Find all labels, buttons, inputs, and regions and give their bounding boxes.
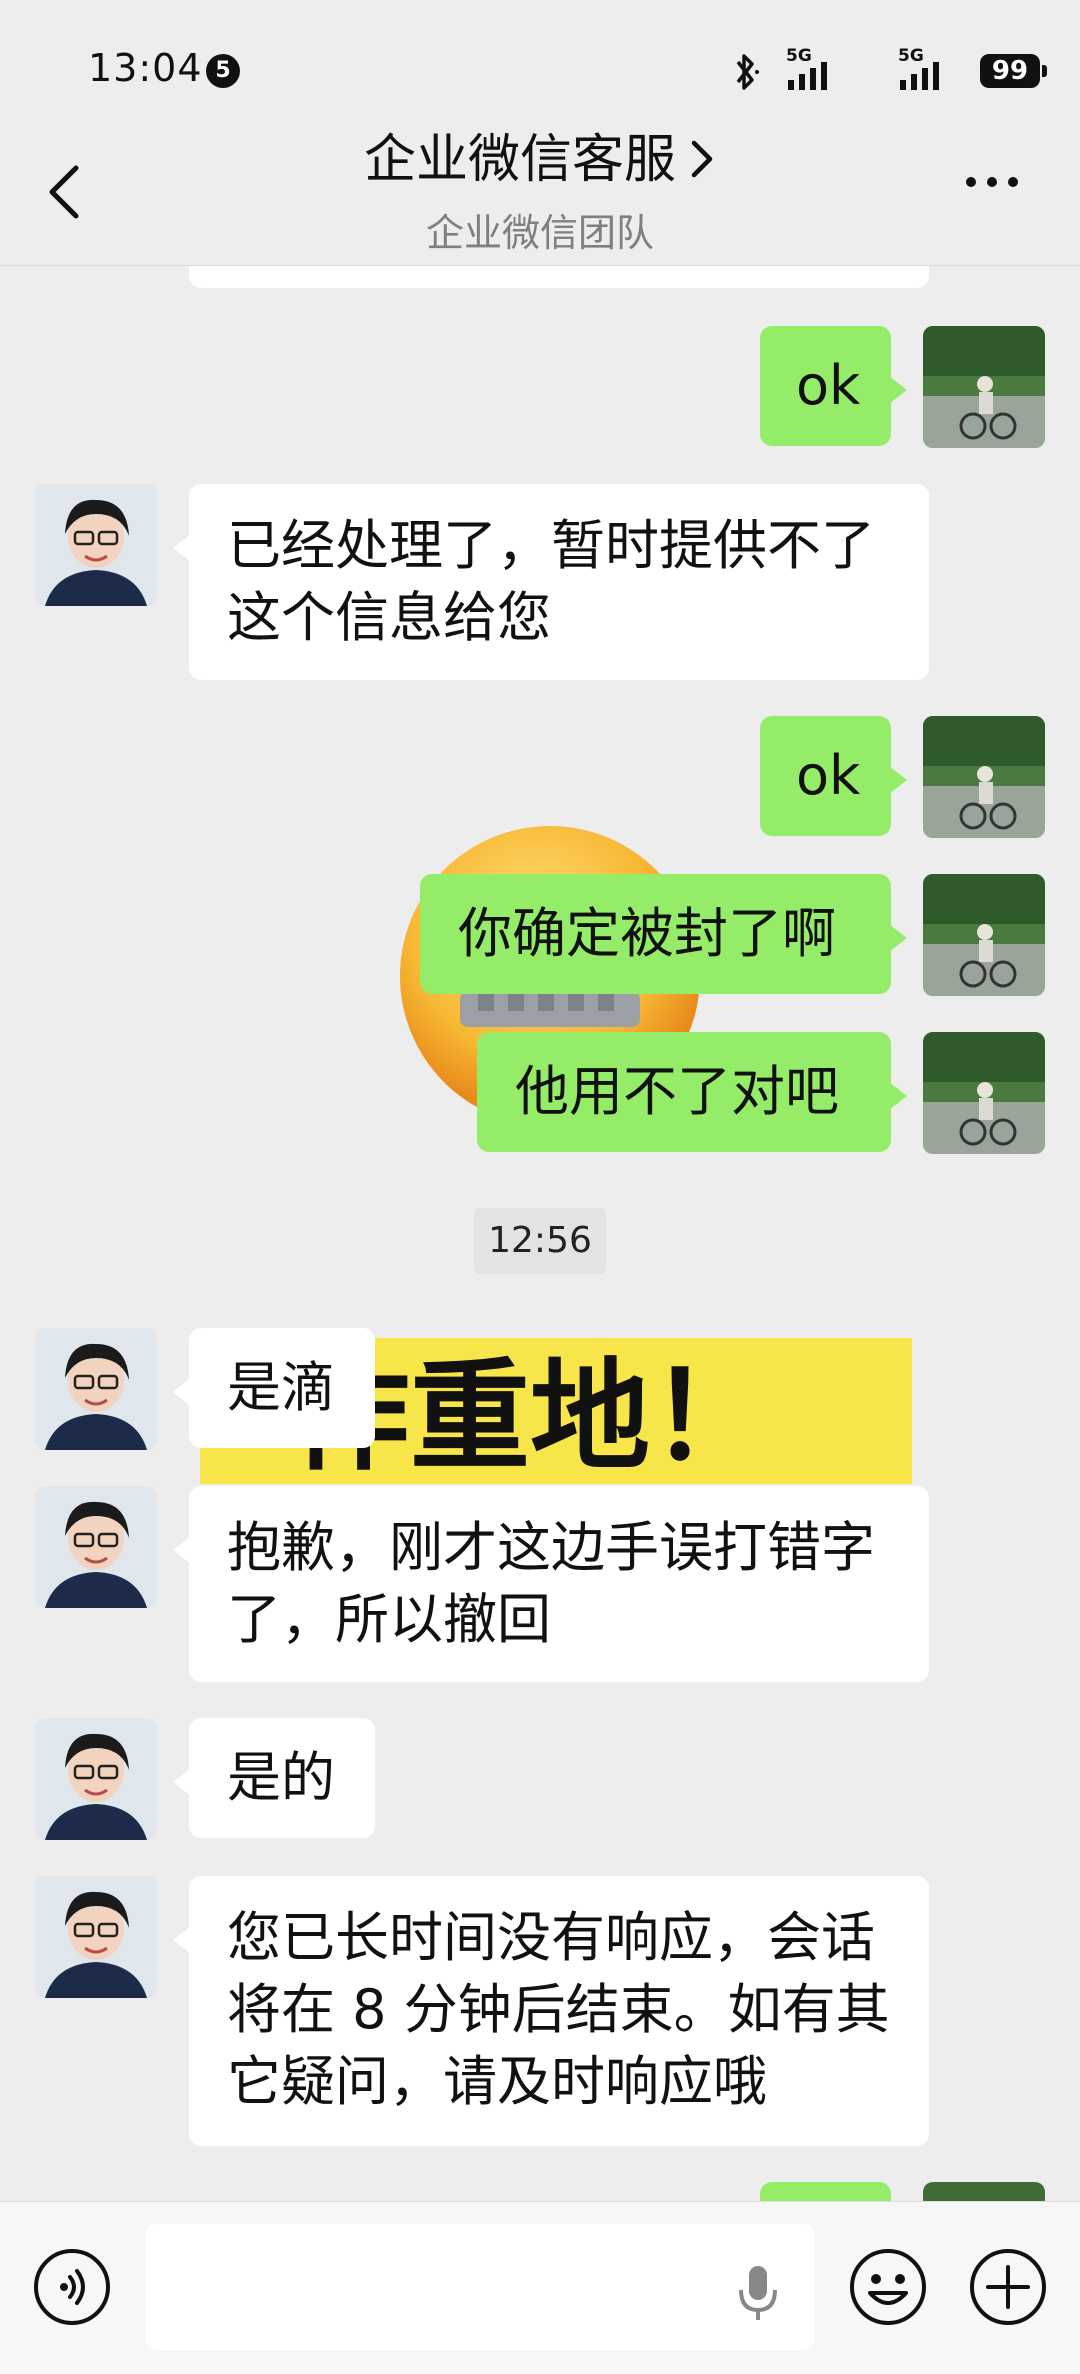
my-avatar[interactable]: [923, 326, 1045, 448]
message-bubble-sent[interactable]: 他用不了对吧: [477, 1032, 907, 1152]
agent-avatar[interactable]: [35, 484, 157, 606]
message-text: 你确定被封了啊: [458, 902, 836, 965]
message-text: ok: [796, 354, 861, 417]
message-text-input[interactable]: [145, 2224, 815, 2350]
message-text: 是滴: [227, 1356, 335, 1419]
signal-icon-1: [788, 62, 827, 90]
message-list[interactable]: ok 已经处理了，暂时提供不了 这个信息给您 ok 你确定被封了啊 他用不了对吧…: [0, 266, 1080, 2201]
notification-count-badge: 5: [206, 54, 240, 88]
my-avatar[interactable]: [923, 716, 1045, 838]
agent-avatar[interactable]: [35, 1876, 157, 1998]
my-avatar[interactable]: [923, 874, 1045, 996]
message-bubble-received[interactable]: 是的: [173, 1718, 375, 1838]
chat-subtitle: 企业微信团队: [425, 211, 654, 255]
message-bubble-sent[interactable]: ok: [760, 716, 907, 836]
message-text-line: 已经处理了，暂时提供不了: [227, 514, 875, 577]
chevron-right-icon: [691, 140, 713, 178]
agent-avatar[interactable]: [35, 1328, 157, 1450]
message-text-line: 抱歉，刚才这边手误打错字: [227, 1516, 875, 1579]
chat-title-text: 企业微信客服: [363, 130, 676, 190]
agent-avatar[interactable]: [35, 1486, 157, 1608]
message-text-line: 您已长时间没有响应，会话: [227, 1906, 875, 1969]
emoji-icon[interactable]: [848, 2247, 928, 2327]
battery-indicator: 99: [980, 54, 1047, 88]
partial-message-bubble: [189, 266, 929, 288]
message-input-bar: [0, 2201, 1080, 2374]
voice-input-icon[interactable]: [32, 2247, 112, 2327]
message-bubble-received[interactable]: 是滴: [173, 1328, 375, 1448]
message-bubble-sent[interactable]: ok: [760, 326, 907, 446]
message-bubble-received[interactable]: 您已长时间没有响应，会话 将在 8 分钟后结束。如有其 它疑问，请及时响应哦: [173, 1876, 929, 2146]
message-text-line: 了，所以撤回: [227, 1588, 551, 1651]
chat-title[interactable]: 企业微信客服: [0, 120, 1080, 200]
partial-message-bubble-sent[interactable]: [760, 2182, 891, 2201]
agent-avatar[interactable]: [35, 1718, 157, 1840]
message-text: ok: [796, 744, 861, 807]
message-bubble-received[interactable]: 已经处理了，暂时提供不了 这个信息给您: [173, 484, 929, 680]
my-avatar[interactable]: [923, 1032, 1045, 1154]
more-options-icon[interactable]: [964, 175, 1020, 189]
bluetooth-icon: [736, 54, 759, 90]
message-text-line: 将在 8 分钟后结束。如有其: [227, 1978, 890, 2041]
message-text-line: 它疑问，请及时响应哦: [227, 2050, 767, 2113]
message-bubble-sent[interactable]: 你确定被封了啊: [420, 874, 907, 994]
message-timestamp: 12:56: [474, 1208, 606, 1274]
my-avatar-partial[interactable]: [923, 2182, 1045, 2201]
status-bar: 13:04 5 5G 5G 99: [0, 0, 1080, 130]
message-text: 他用不了对吧: [515, 1060, 839, 1123]
signal-icon-2: [900, 62, 939, 90]
message-text: 是的: [227, 1746, 335, 1809]
message-bubble-received[interactable]: 抱歉，刚才这边手误打错字 了，所以撤回: [173, 1486, 929, 1682]
microphone-icon[interactable]: [735, 2262, 781, 2324]
add-more-icon[interactable]: [968, 2247, 1048, 2327]
chat-header: 企业微信客服 企业微信团队: [0, 120, 1080, 266]
message-text-line: 这个信息给您: [227, 586, 551, 649]
status-time: 13:04: [88, 46, 203, 90]
